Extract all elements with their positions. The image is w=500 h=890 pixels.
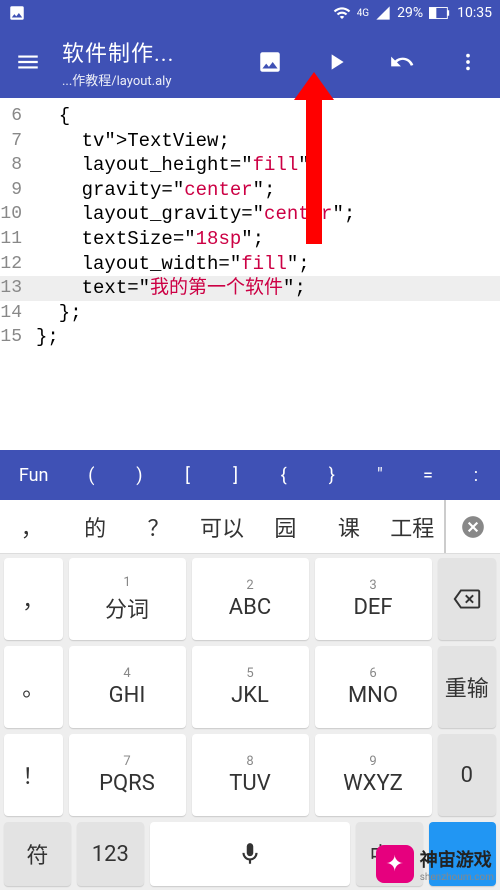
keyboard-key[interactable] [438, 558, 497, 640]
undo-button[interactable] [388, 48, 416, 76]
candidate-item[interactable]: 工程 [381, 511, 444, 543]
undo-icon [389, 49, 415, 75]
symbol-key[interactable]: [ [163, 465, 211, 486]
image-button[interactable] [256, 48, 284, 76]
symbol-key[interactable]: ( [67, 465, 115, 486]
status-bar: 4G 29% 10:35 [0, 0, 500, 26]
app-title: 软件制作... [62, 36, 174, 68]
keyboard-key[interactable]: 9WXYZ [315, 734, 432, 816]
backspace-icon [452, 588, 482, 610]
watermark-sub: shenzhoum.com [420, 872, 494, 883]
keyboard-key[interactable]: 3DEF [315, 558, 432, 640]
fun-key[interactable]: Fun [0, 465, 67, 486]
candidate-item[interactable]: 可以 [190, 511, 253, 543]
keyboard-key[interactable]: ！ [4, 734, 63, 816]
keyboard-key[interactable]: 。 [4, 646, 63, 728]
keyboard-key[interactable]: 8TUV [192, 734, 309, 816]
app-toolbar: 软件制作... ...作教程/layout.aly [0, 26, 500, 98]
hamburger-icon [15, 49, 41, 75]
wifi-icon [333, 4, 351, 22]
symbol-key[interactable]: : [452, 465, 500, 486]
file-path: ...作教程/layout.aly [62, 70, 174, 89]
keyboard-key[interactable]: 7PQRS [69, 734, 186, 816]
picture-icon [8, 4, 26, 22]
keyboard-key[interactable]: 1分词 [69, 558, 186, 640]
symbol-key[interactable]: ] [212, 465, 260, 486]
overflow-button[interactable] [454, 48, 482, 76]
keyboard-key[interactable]: 2ABC [192, 558, 309, 640]
battery-icon [429, 7, 451, 19]
keyboard-key[interactable]: ， [4, 558, 63, 640]
code-content[interactable]: { tv">TextView; layout_height="fill"; gr… [36, 104, 500, 350]
clock: 10:35 [457, 5, 492, 21]
keyboard-key[interactable]: 123 [77, 822, 144, 886]
line-gutter: 6 7 8 9 10 11 12 13 14 15 [0, 98, 26, 350]
candidate-item[interactable]: ， [0, 511, 63, 543]
keyboard-key[interactable]: 4GHI [69, 646, 186, 728]
close-icon [460, 514, 486, 540]
mic-icon [237, 841, 263, 867]
play-icon [323, 49, 349, 75]
watermark-title: 神宙游戏 [420, 846, 494, 872]
watermark-logo-icon: ✦ [376, 845, 414, 883]
candidate-item[interactable]: 课 [317, 511, 380, 543]
keyboard-key[interactable]: 重输 [438, 646, 497, 728]
symbol-key[interactable]: = [404, 465, 452, 486]
keyboard-key[interactable]: 符 [4, 822, 71, 886]
code-editor[interactable]: 6 7 8 9 10 11 12 13 14 15 { tv">TextView… [0, 98, 500, 450]
network-label: 4G [357, 8, 369, 19]
run-button[interactable] [322, 48, 350, 76]
battery-percent: 29% [397, 5, 423, 21]
candidate-item[interactable]: 的 [63, 511, 126, 543]
symbol-key[interactable]: " [356, 465, 404, 486]
symbol-key[interactable]: ) [115, 465, 163, 486]
keyboard-key[interactable]: 6MNO [315, 646, 432, 728]
keyboard-key[interactable] [150, 822, 351, 886]
keyboard-key[interactable]: 5JKL [192, 646, 309, 728]
image-icon [257, 49, 283, 75]
close-candidates-button[interactable] [444, 500, 500, 553]
keyboard-key[interactable]: 0 [438, 734, 497, 816]
signal-icon [375, 5, 391, 21]
symbol-key[interactable]: } [308, 465, 356, 486]
symbol-key[interactable]: { [260, 465, 308, 486]
candidate-row: ，的？可以园课工程 [0, 500, 500, 554]
title-block: 软件制作... ...作教程/layout.aly [62, 36, 174, 89]
keyboard: ，1分词2ABC3DEF 。4GHI5JKL6MNO重输 ！7PQRS8TUV9WX… [0, 554, 500, 890]
symbol-toolbar: Fun ()[]{}"=: [0, 450, 500, 500]
menu-button[interactable] [12, 46, 44, 78]
candidate-item[interactable]: ？ [127, 511, 190, 543]
more-vert-icon [457, 49, 479, 75]
watermark: ✦ 神宙游戏 shenzhoum.com [376, 845, 494, 883]
candidate-item[interactable]: 园 [254, 511, 317, 543]
